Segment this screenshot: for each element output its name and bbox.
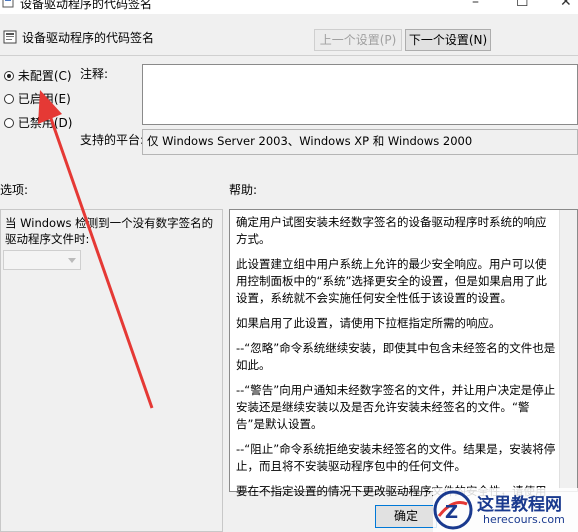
watermark-logo-letter: Z bbox=[445, 502, 458, 523]
watermark-url: herecours.com bbox=[483, 513, 565, 526]
watermark-title: 这里教程网 bbox=[477, 495, 562, 515]
annotation-arrow-icon bbox=[38, 90, 154, 409]
watermark-logo-icon: Z bbox=[433, 490, 473, 530]
watermark: Z 这里教程网 herecours.com bbox=[433, 488, 578, 532]
